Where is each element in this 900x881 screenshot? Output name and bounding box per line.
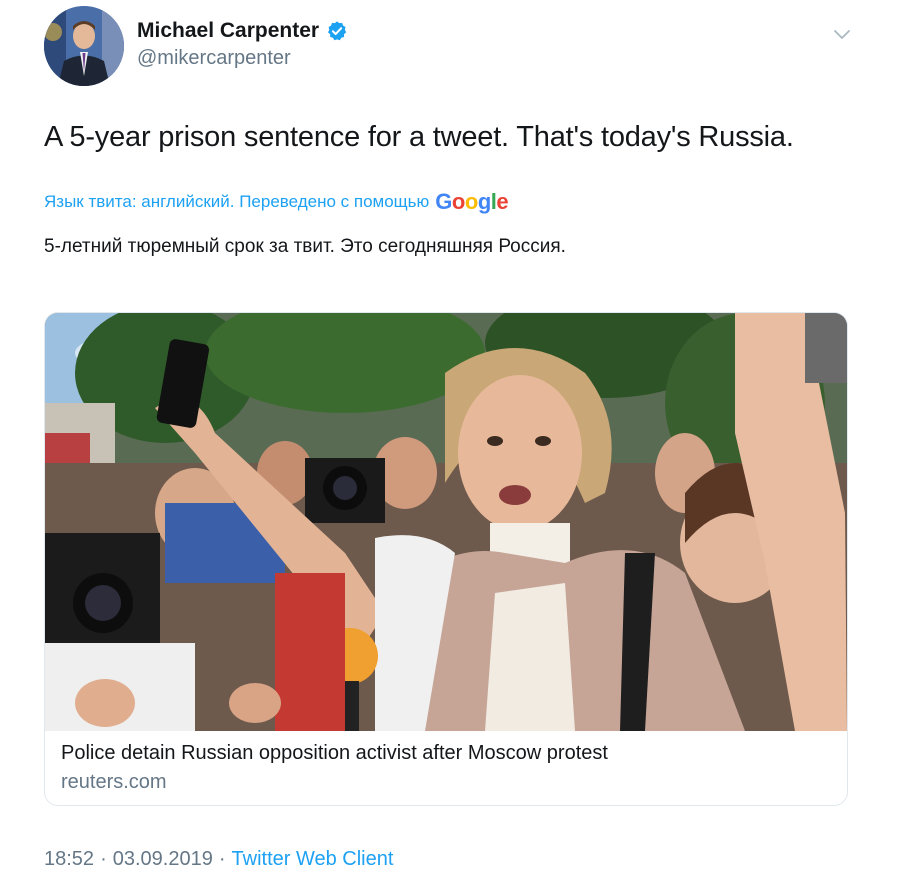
link-card-image — [45, 313, 847, 731]
avatar[interactable] — [44, 6, 124, 86]
translated-text: 5-летний тюремный срок за твит. Это сего… — [44, 236, 566, 257]
link-card-domain: reuters.com — [61, 771, 167, 793]
translation-label: Язык твита: английский. Переведено с пом… — [44, 192, 430, 211]
verified-badge-icon — [326, 20, 348, 42]
tweet-date[interactable]: 03.09.2019 — [113, 848, 213, 871]
tweet-text: A 5-year prison sentence for a tweet. Th… — [44, 121, 794, 153]
tweet-meta: 18:52 · 03.09.2019 · Twitter Web Client — [44, 848, 393, 871]
avatar-image — [44, 6, 124, 86]
link-card-title: Police detain Russian opposition activis… — [61, 742, 608, 764]
tweet-source-link[interactable]: Twitter Web Client — [232, 848, 394, 871]
author-name-row: Michael Carpenter — [137, 19, 348, 43]
author-name[interactable]: Michael Carpenter — [137, 19, 319, 43]
link-card[interactable]: Police detain Russian opposition activis… — [44, 312, 848, 806]
translation-info[interactable]: Язык твита: английский. Переведено с пом… — [44, 189, 509, 215]
google-logo: Google — [435, 189, 509, 214]
chevron-down-icon[interactable] — [832, 26, 852, 42]
meta-separator: · — [100, 848, 107, 870]
author-handle[interactable]: @mikercarpenter — [137, 47, 291, 70]
meta-separator: · — [218, 848, 226, 870]
tweet-time[interactable]: 18:52 — [44, 848, 94, 871]
